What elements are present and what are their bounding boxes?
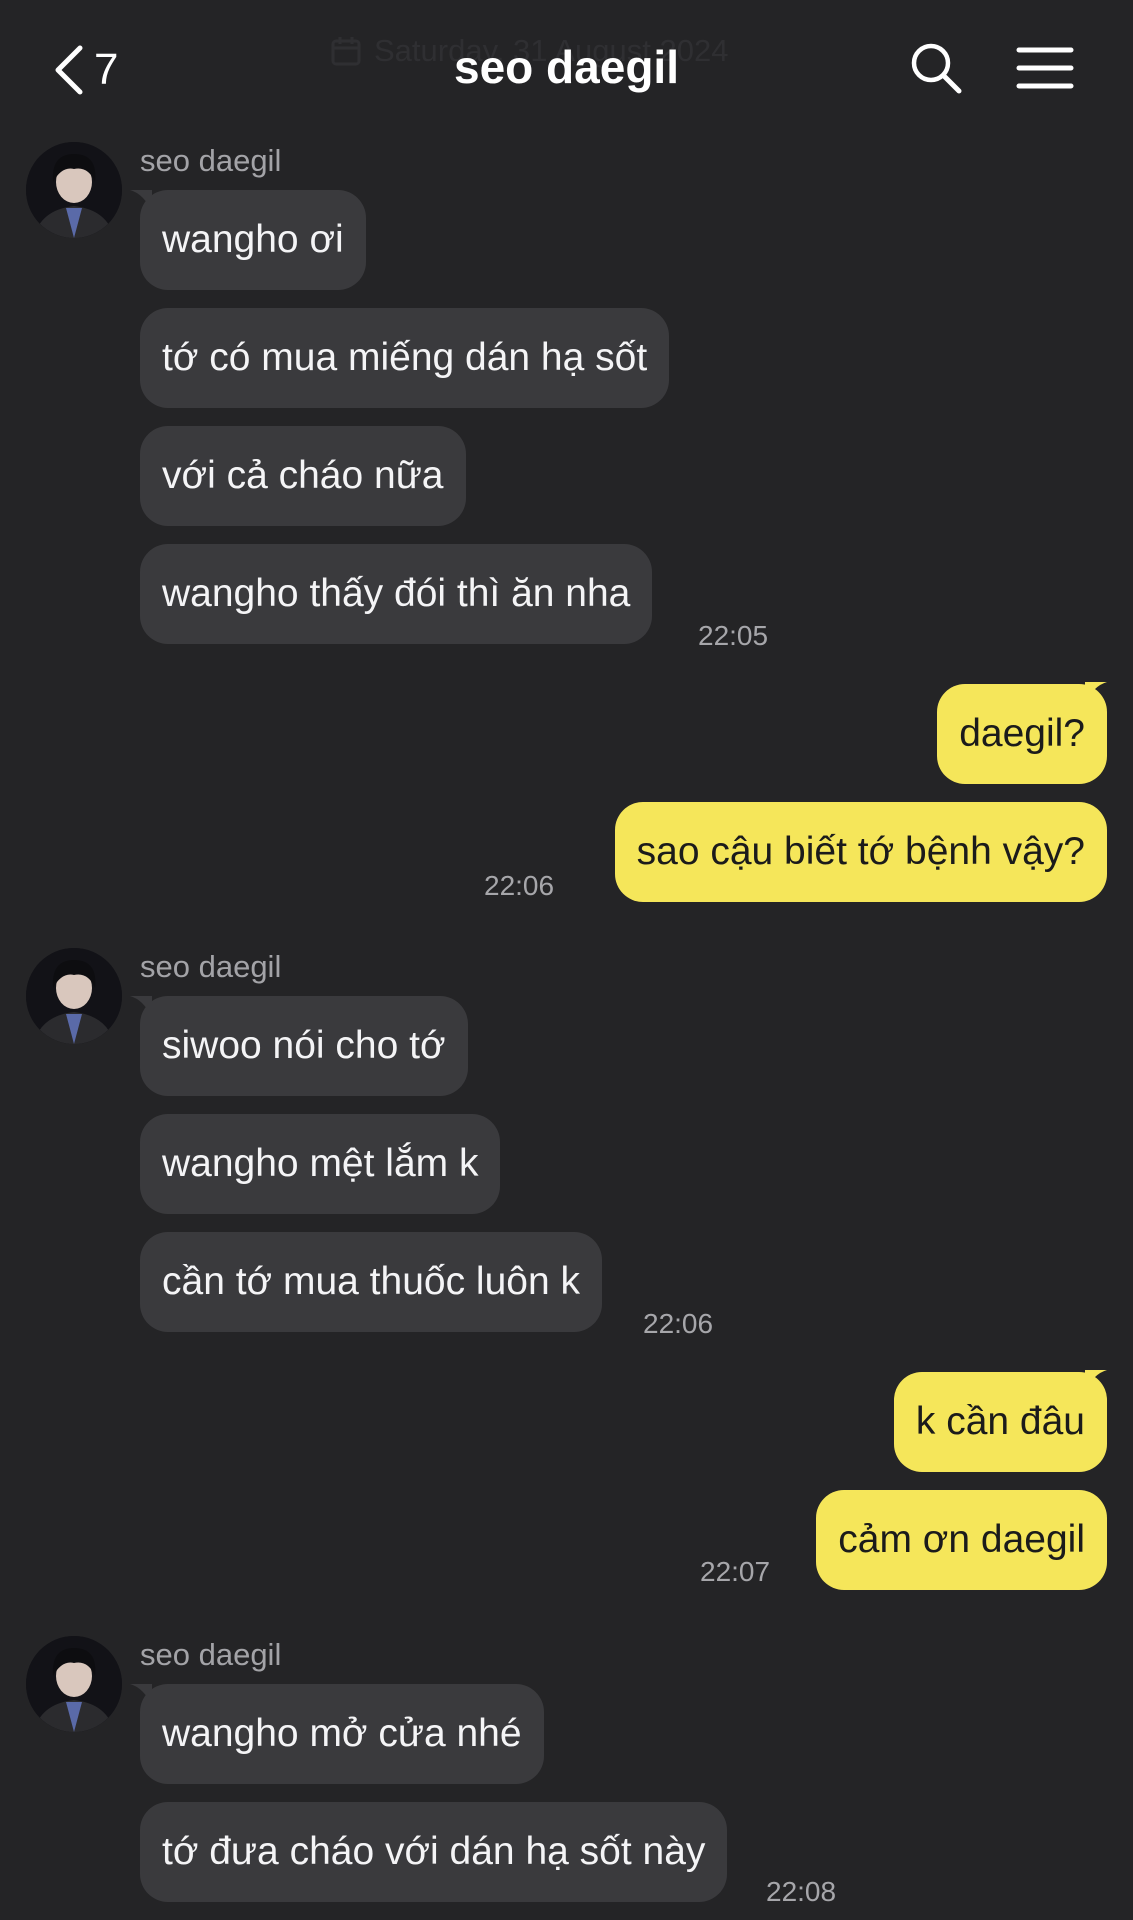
menu-button[interactable] xyxy=(1016,44,1074,97)
message-bubble[interactable]: wangho mở cửa nhé xyxy=(140,1684,544,1784)
avatar[interactable] xyxy=(26,948,122,1044)
avatar[interactable] xyxy=(26,142,122,238)
message-bubble[interactable]: wangho ơi xyxy=(140,190,366,290)
sender-name: seo daegil xyxy=(140,143,282,178)
message-bubble[interactable]: tớ đưa cháo với dán hạ sốt này xyxy=(140,1802,728,1902)
message-bubble[interactable]: với cả cháo nữa xyxy=(140,426,466,526)
message-time: 22:06 xyxy=(484,870,555,901)
message-bubble[interactable]: sao cậu biết tớ bệnh vậy? xyxy=(614,802,1107,902)
search-icon xyxy=(911,43,962,94)
avatar[interactable] xyxy=(26,1636,122,1732)
message-bubble[interactable]: tớ có mua miếng dán hạ sốt xyxy=(140,308,670,408)
message-time: 22:07 xyxy=(700,1556,771,1587)
message-time: 22:08 xyxy=(766,1876,837,1907)
message-bubble[interactable]: cần tớ mua thuốc luôn k xyxy=(140,1232,602,1332)
hamburger-menu-icon xyxy=(1016,47,1074,89)
sender-name: seo daegil xyxy=(140,1637,282,1672)
search-button[interactable] xyxy=(908,40,964,101)
message-bubble[interactable]: wangho mệt lắm k xyxy=(140,1114,501,1214)
message-bubble[interactable]: siwoo nói cho tớ xyxy=(140,996,468,1096)
message-bubble[interactable]: k cần đâu xyxy=(893,1372,1107,1472)
message-time: 22:06 xyxy=(643,1308,714,1339)
message-bubble[interactable]: cảm ơn daegil xyxy=(816,1490,1107,1590)
sender-name: seo daegil xyxy=(140,949,282,984)
message-bubble[interactable]: wangho thấy đói thì ăn nha xyxy=(140,544,653,644)
message-bubble[interactable]: daegil? xyxy=(937,684,1107,784)
message-time: 22:05 xyxy=(698,620,769,651)
